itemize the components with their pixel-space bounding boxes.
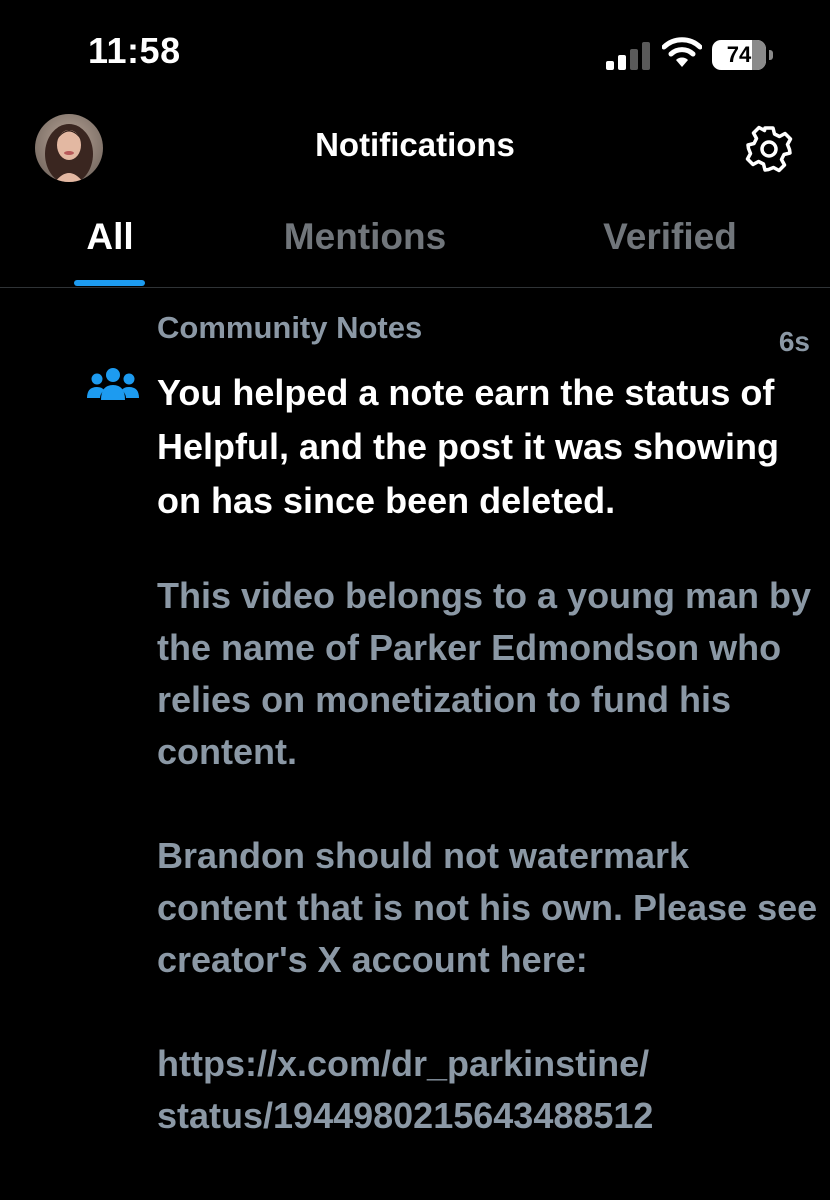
battery-level: 74: [726, 42, 752, 67]
status-bar: 11:58 74: [0, 0, 830, 100]
page-title: Notifications: [315, 126, 515, 163]
tab-verified[interactable]: Verified: [560, 216, 780, 276]
gear-icon[interactable]: [744, 124, 794, 174]
battery-tip: [769, 50, 773, 60]
signal-icon: [606, 42, 650, 70]
wifi-icon: [662, 37, 702, 67]
notification-headline: You helped a note earn the status of Hel…: [157, 372, 780, 521]
tab-all[interactable]: All: [40, 216, 180, 276]
notification-timestamp: 6s: [778, 326, 810, 357]
tab-bar: All Mentions Verified: [0, 200, 830, 288]
status-time: 11:58: [88, 30, 181, 71]
battery-body: 74: [712, 40, 766, 70]
notification-category: Community Notes: [157, 310, 423, 345]
community-icon: [87, 368, 139, 400]
notification-item[interactable]: Community Notes 6s You helped a note ear…: [0, 288, 830, 1200]
battery-icon: 74: [712, 40, 774, 70]
tab-mentions[interactable]: Mentions: [250, 216, 480, 276]
note-body: This video belongs to a young man by the…: [157, 575, 818, 1136]
active-tab-indicator: [74, 280, 145, 286]
